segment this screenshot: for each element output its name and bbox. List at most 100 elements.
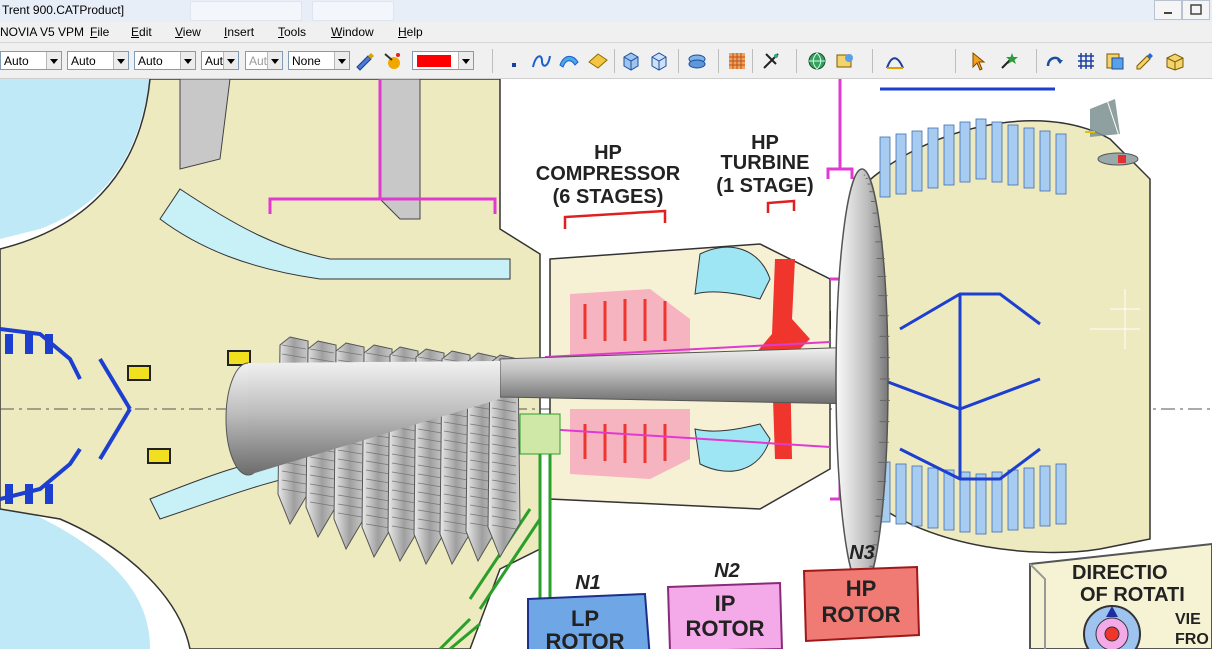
lp-turbine-blade — [991, 471, 1003, 533]
lp-turbine-blade — [1023, 127, 1035, 189]
n2-label: N2 — [714, 560, 740, 582]
menu-insert[interactable]: Insert — [224, 25, 254, 39]
cube-icon[interactable] — [620, 50, 642, 72]
lp-turbine-blade — [879, 136, 891, 198]
direction-label-2: OF ROTATI — [1080, 584, 1185, 606]
star-tool-icon[interactable] — [998, 50, 1020, 72]
minimize-icon — [1164, 12, 1172, 14]
hp-rotor-label-1: HP — [846, 576, 877, 601]
color-swatch-fill — [417, 55, 451, 67]
chevron-down-icon[interactable] — [267, 52, 282, 69]
minimize-button[interactable] — [1154, 0, 1182, 20]
layer-combo[interactable]: Aut — [201, 51, 239, 70]
catalog-icon[interactable] — [1104, 50, 1126, 72]
hp-turbine-label-3: (1 STAGE) — [716, 175, 813, 197]
lp-turbine-blade — [1007, 124, 1019, 186]
package-icon[interactable] — [1164, 50, 1186, 72]
point-icon[interactable] — [503, 50, 525, 72]
toolbar: Auto Auto Auto Aut Aut None — [0, 43, 1212, 79]
view-label: VIE — [1175, 611, 1201, 628]
lp-turbine-blade — [911, 130, 923, 192]
dot-grid-icon[interactable] — [1075, 50, 1097, 72]
hp-compressor-bracket — [563, 209, 667, 229]
toolbar-separator — [1036, 49, 1037, 73]
menu-tools[interactable]: Tools — [278, 25, 306, 39]
gearbox — [519, 413, 561, 455]
background-tab-ghost — [190, 1, 302, 21]
render-icon[interactable] — [834, 50, 856, 72]
hp-turbine-bracket — [766, 199, 796, 213]
lp-turbine-blade — [1055, 133, 1067, 195]
line-thickness-combo[interactable]: Auto — [67, 51, 129, 70]
transparency-combo[interactable]: Aut — [245, 51, 283, 70]
lp-turbine-blade — [927, 127, 939, 189]
painter-icon[interactable] — [354, 50, 376, 72]
menu-file[interactable]: File — [90, 25, 109, 39]
app-label: NOVIA V5 VPM — [0, 25, 85, 39]
ip-rotor-box: IP ROTOR — [666, 581, 784, 649]
plane-icon[interactable] — [587, 50, 609, 72]
hp-rotor-label-2: ROTOR — [821, 602, 900, 627]
spline-icon[interactable] — [530, 50, 552, 72]
n1-label: N1 — [575, 572, 601, 594]
lp-turbine-blade — [911, 465, 923, 527]
hp-compressor-label-2: COMPRESSOR — [536, 163, 681, 185]
lp-turbine-blade — [1039, 130, 1051, 192]
chevron-down-icon[interactable] — [334, 52, 349, 69]
select-arrow-icon[interactable] — [968, 50, 990, 72]
menu-window[interactable]: Window — [331, 25, 374, 39]
lp-turbine-blade — [959, 121, 971, 183]
style-combo[interactable]: None — [288, 51, 350, 70]
lp-turbine-blade — [895, 463, 907, 525]
compass-icon[interactable] — [1044, 50, 1066, 72]
maximize-button[interactable] — [1182, 0, 1210, 20]
point-type-combo[interactable]: Auto — [134, 51, 196, 70]
grid-icon[interactable] — [726, 50, 748, 72]
ip-rotor-label-2: ROTOR — [685, 616, 764, 641]
menu-edit[interactable]: Edit — [131, 25, 152, 39]
assembly-icon[interactable] — [686, 50, 708, 72]
lp-turbine-blade — [1039, 465, 1051, 527]
toolbar-separator — [955, 49, 956, 73]
window-title: Trent 900.CATProduct] — [2, 3, 125, 17]
menu-view[interactable]: View — [175, 25, 201, 39]
color-picker[interactable] — [412, 51, 474, 70]
background-tab-ghost — [312, 1, 394, 21]
lp-turbine-blade — [975, 118, 987, 180]
toolbar-separator — [796, 49, 797, 73]
curve-icon[interactable] — [884, 50, 906, 72]
lp-turbine-blade — [1023, 467, 1035, 529]
chevron-down-icon[interactable] — [223, 52, 238, 69]
edit-icon[interactable] — [1134, 50, 1156, 72]
menu-help[interactable]: Help — [398, 25, 423, 39]
direction-label-1: DIRECTIO — [1072, 562, 1168, 584]
hp-compressor-label-1: HP — [594, 142, 622, 164]
lp-rotor-label-1: LP — [571, 606, 599, 631]
lp-turbine-blade — [991, 121, 1003, 183]
maximize-icon — [1190, 4, 1202, 15]
chevron-down-icon[interactable] — [180, 52, 195, 69]
highlight-icon[interactable] — [382, 50, 404, 72]
toolbar-separator — [492, 49, 493, 73]
hp-compressor-label-3: (6 STAGES) — [553, 186, 664, 208]
chevron-down-icon[interactable] — [46, 52, 61, 69]
n3-label: N3 — [849, 542, 875, 564]
lp-turbine-blade — [959, 471, 971, 533]
globe-icon[interactable] — [806, 50, 828, 72]
lp-turbine-blade — [1055, 463, 1067, 525]
3d-viewport[interactable]: HP COMPRESSOR (6 STAGES) HP TURBINE (1 S… — [0, 79, 1212, 649]
line-type-combo[interactable]: Auto — [0, 51, 62, 70]
chevron-down-icon[interactable] — [458, 52, 473, 69]
hp-turbine-label-1: HP — [751, 132, 779, 154]
engine-cutaway-diagram: HP COMPRESSOR (6 STAGES) HP TURBINE (1 S… — [0, 79, 1212, 649]
lp-turbine-blade — [943, 469, 955, 531]
cube-alt-icon[interactable] — [648, 50, 670, 72]
toolbar-separator — [718, 49, 719, 73]
from-label: FRO — [1175, 631, 1209, 648]
chevron-down-icon[interactable] — [113, 52, 128, 69]
lp-turbine-blade — [943, 124, 955, 186]
lp-turbine-blade — [1007, 469, 1019, 531]
surface-icon[interactable] — [558, 50, 580, 72]
snap-icon[interactable] — [760, 50, 782, 72]
hp-rotor-box: HP ROTOR — [802, 565, 921, 643]
